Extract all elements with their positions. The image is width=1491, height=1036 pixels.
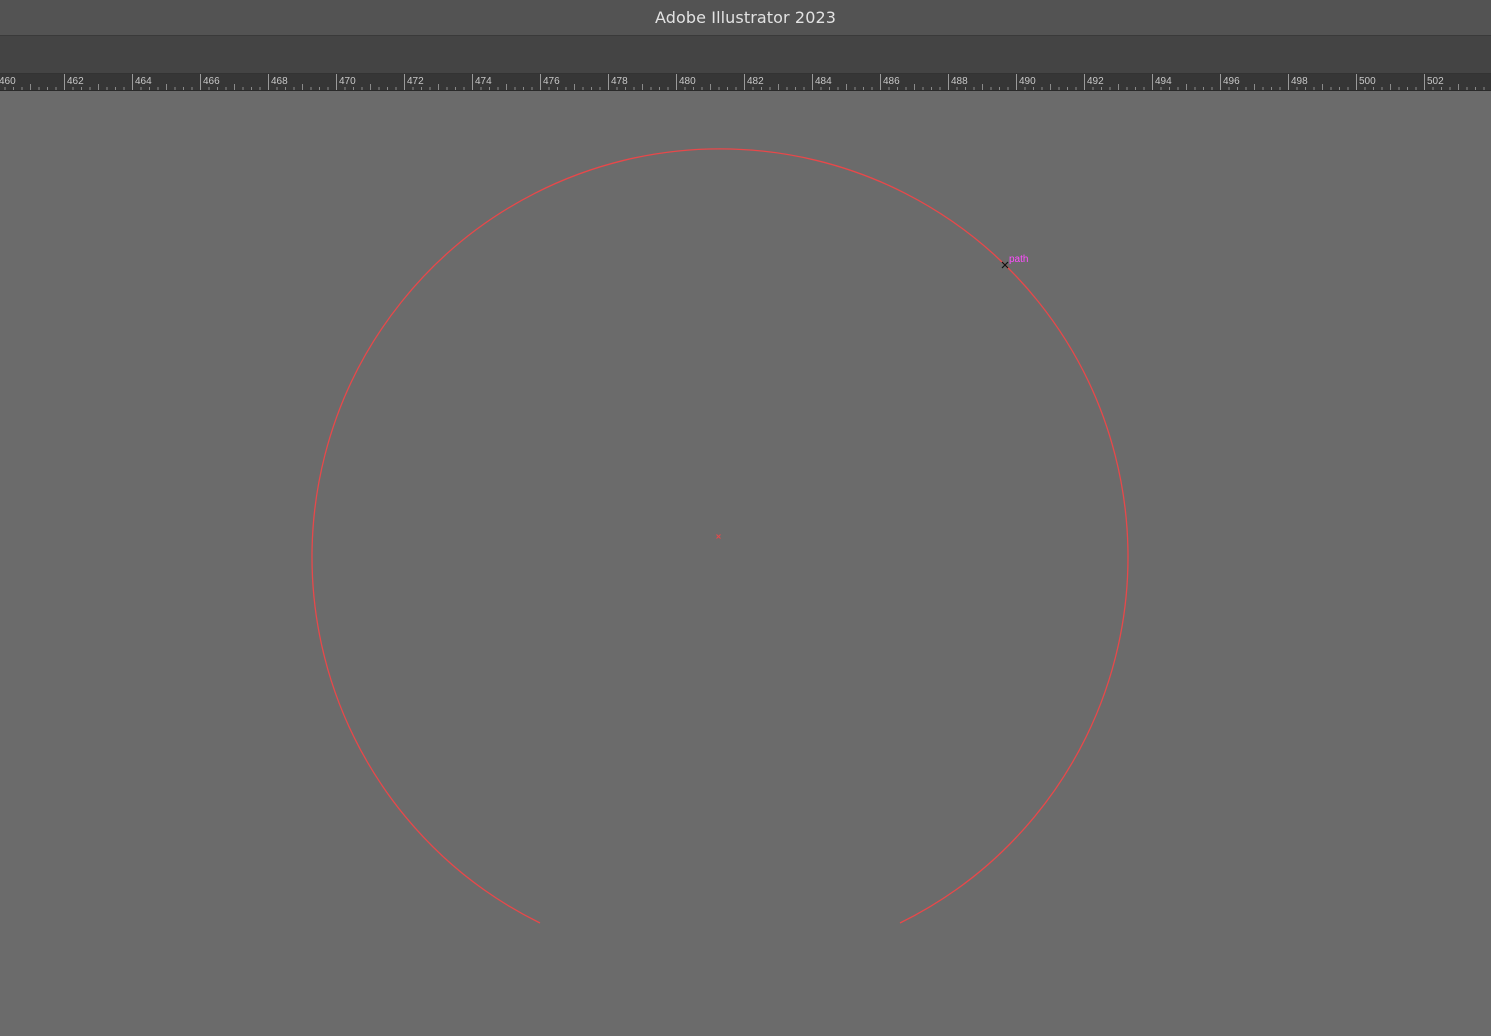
control-bar — [0, 36, 1491, 74]
ruler-label: 500 — [1359, 76, 1376, 87]
ruler-label: 492 — [1087, 76, 1104, 87]
ruler-label: 462 — [67, 76, 84, 87]
ruler-label: 472 — [407, 76, 424, 87]
window-titlebar: Adobe Illustrator 2023 — [0, 0, 1491, 36]
ruler-label: 496 — [1223, 76, 1240, 87]
ruler-label: 484 — [815, 76, 832, 87]
ruler-label: 478 — [611, 76, 628, 87]
ruler-label: 466 — [203, 76, 220, 87]
ruler-label: 498 — [1291, 76, 1308, 87]
ruler-label: 470 — [339, 76, 356, 87]
ruler-ticks: 460 462 464 466 468 470 472 474 476 478 480 482 484 4… — [0, 74, 1485, 90]
ruler-label: 460 — [0, 76, 16, 87]
center-point-marker — [716, 534, 721, 539]
ruler-label: 474 — [475, 76, 492, 87]
ruler-label: 480 — [679, 76, 696, 87]
horizontal-ruler[interactable]: 460 462 464 466 468 470 472 474 476 478 480 482 484 4… — [0, 74, 1491, 91]
ruler-label: 482 — [747, 76, 764, 87]
ruler-label: 476 — [543, 76, 560, 87]
artwork-layer — [311, 148, 1129, 924]
ruler-label: 486 — [883, 76, 900, 87]
smart-guide-label: path — [1009, 254, 1029, 265]
ruler-label: 490 — [1019, 76, 1036, 87]
ruler-label: 502 — [1427, 76, 1444, 87]
artboard-canvas[interactable]: path — [0, 91, 1491, 1036]
ruler-label: 468 — [271, 76, 288, 87]
ruler-label: 488 — [951, 76, 968, 87]
window-title: Adobe Illustrator 2023 — [654, 8, 837, 27]
ruler-label: 494 — [1155, 76, 1172, 87]
ruler-label: 464 — [135, 76, 152, 87]
cursor-icon — [1001, 261, 1009, 269]
